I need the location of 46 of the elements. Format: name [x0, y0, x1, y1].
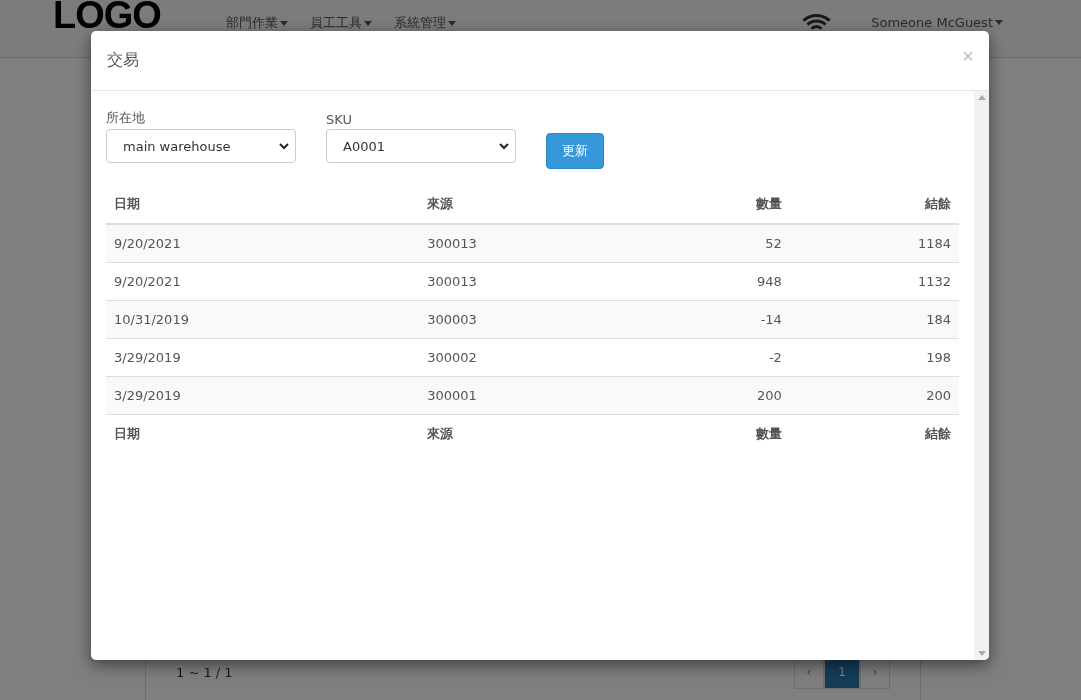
table-cell: 300002 — [419, 338, 646, 377]
scroll-down-icon[interactable] — [977, 651, 986, 656]
field-label: 所在地 — [106, 109, 146, 127]
caret-icon — [280, 20, 288, 26]
caret-icon — [364, 20, 372, 26]
table-cell: 3/29/2019 — [106, 376, 420, 415]
caret-icon — [448, 20, 456, 26]
table-cell: 184 — [789, 300, 959, 339]
table-cell: 9/20/2021 — [106, 224, 420, 263]
column-footer: 來源 — [419, 414, 646, 453]
chevron-icon — [279, 142, 289, 150]
column-footer: 日期 — [106, 414, 420, 453]
table-cell: 200 — [645, 376, 790, 415]
caret-icon — [995, 19, 1003, 25]
modal-title: 交易 — [107, 50, 139, 71]
table-cell: 1184 — [789, 224, 959, 263]
pager-info: 1 ~ 1 / 1 — [176, 664, 233, 680]
user-menu[interactable]: Someone McGuest — [871, 14, 1003, 30]
wifi-icon — [802, 14, 832, 30]
table-cell: 3/29/2019 — [106, 338, 420, 377]
table-cell: -14 — [645, 300, 790, 339]
column-footer: 結餘 — [789, 414, 959, 453]
field-label: SKU — [326, 112, 353, 127]
nav-menu[interactable]: 部門作業 — [226, 14, 288, 32]
table-cell: 300001 — [419, 376, 646, 415]
table-cell: 198 — [789, 338, 959, 377]
close-button[interactable]: × — [962, 45, 974, 68]
table-cell: -2 — [645, 338, 790, 377]
table-cell: 9/20/2021 — [106, 262, 420, 301]
select-field[interactable]: A0001 — [326, 129, 516, 163]
nav-menu[interactable]: 員工工具 — [310, 14, 372, 32]
table-cell: 52 — [645, 224, 790, 263]
table-cell: 1132 — [789, 262, 959, 301]
table-cell: 300013 — [419, 224, 646, 263]
scroll-up-icon[interactable] — [977, 95, 986, 100]
column-footer: 數量 — [645, 414, 790, 453]
table-cell: 200 — [789, 376, 959, 415]
table-cell: 948 — [645, 262, 790, 301]
logo[interactable]: LOGO — [53, 0, 161, 30]
table-cell: 10/31/2019 — [106, 300, 420, 339]
select-field[interactable]: main warehouse — [106, 129, 296, 163]
table-cell: 300013 — [419, 262, 646, 301]
chevron-icon — [499, 142, 509, 150]
table-cell: 300003 — [419, 300, 646, 339]
nav-menu[interactable]: 系統管理 — [394, 14, 456, 32]
update-button[interactable]: 更新 — [546, 133, 604, 169]
